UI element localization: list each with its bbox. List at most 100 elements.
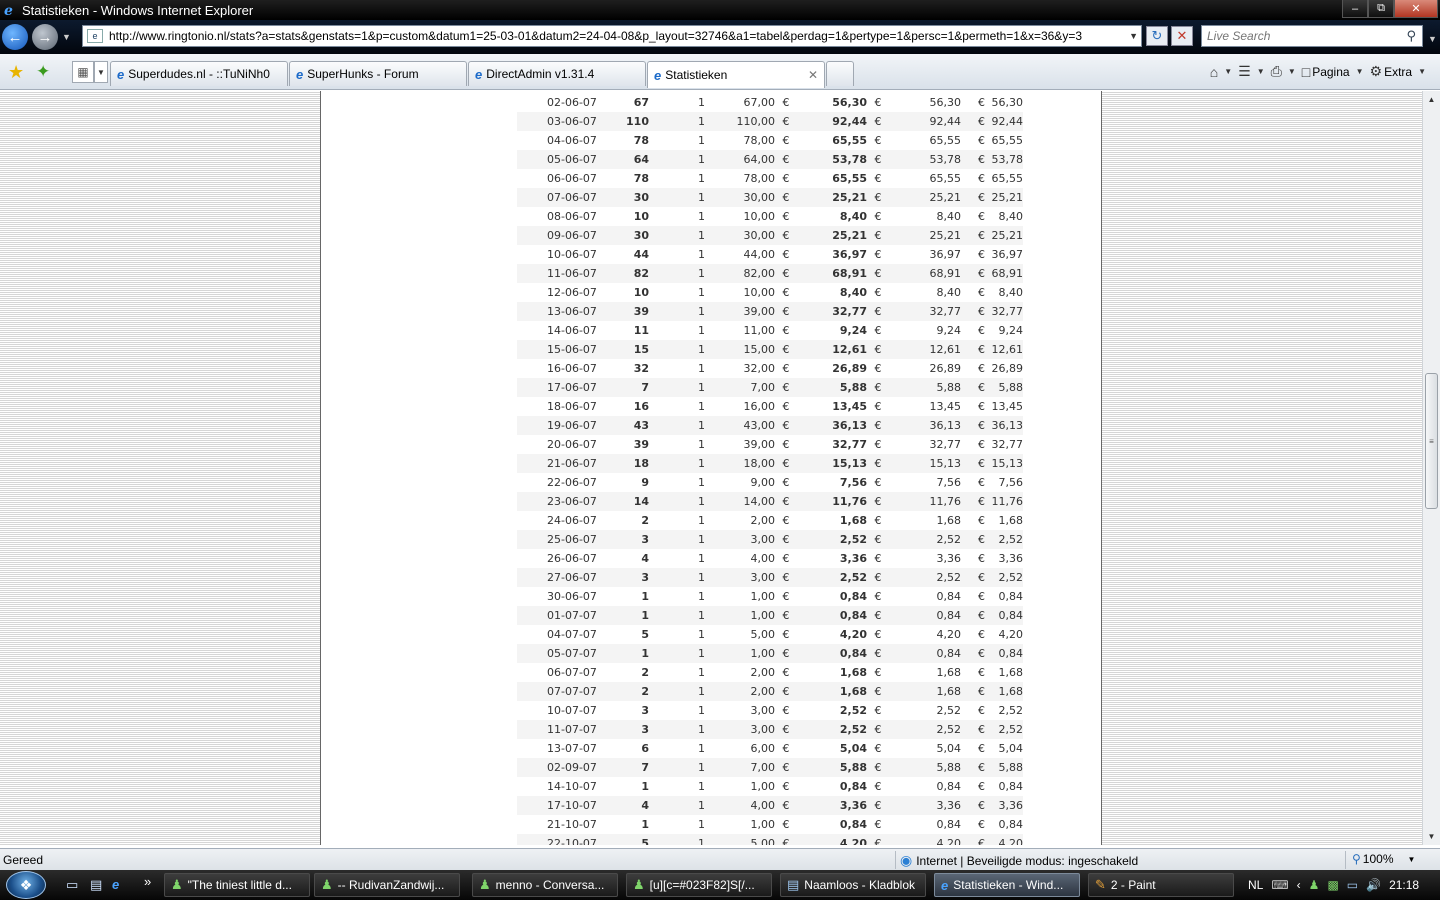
back-button[interactable]: ←	[2, 24, 28, 50]
row-date: 07-06-07	[517, 188, 597, 207]
table-row: 14-10-07 1 1 1,00 €0,84 €0,84 €0,84	[517, 777, 1023, 796]
search-options-dropdown[interactable]: ▼	[1428, 34, 1437, 44]
address-field[interactable]: e http://www.ringtonio.nl/stats?a=stats&…	[82, 25, 1142, 47]
taskbar-item-msn-4[interactable]: ♟ [u][c=#023F82]S[/...	[626, 873, 772, 897]
scroll-down-button[interactable]: ▼	[1423, 828, 1440, 845]
security-zone[interactable]: ◉ Internet | Beveiligde modus: ingeschak…	[900, 852, 1138, 869]
row-net-3: 56,30	[991, 96, 1024, 109]
feeds-icon[interactable]: ☰	[1238, 63, 1251, 80]
row-net-3: 32,77	[989, 302, 1023, 321]
stop-button[interactable]: ✕	[1171, 26, 1193, 46]
language-indicator[interactable]: NL	[1248, 878, 1263, 892]
chevron-down-icon[interactable]: ▼	[1224, 67, 1232, 76]
refresh-button[interactable]: ↻	[1146, 26, 1168, 46]
ie-icon: e	[941, 877, 949, 893]
tab-superdudes[interactable]: e Superdudes.nl - ::TuNiNh0	[110, 61, 288, 86]
home-icon[interactable]: ⌂	[1210, 64, 1218, 80]
switch-windows-icon[interactable]: ▤	[90, 877, 102, 893]
window-title: Statistieken - Windows Internet Explorer	[22, 2, 254, 18]
row-net-2: 7,56	[936, 476, 962, 489]
row-date: 17-10-07	[517, 796, 597, 815]
row-currency: €	[874, 210, 882, 223]
scroll-thumb[interactable]: ≡	[1425, 373, 1438, 509]
taskbar-item-paint[interactable]: ✎ 2 - Paint	[1088, 873, 1234, 897]
row-date: 19-06-07	[517, 416, 597, 435]
row-currency: €	[978, 666, 985, 679]
forward-button[interactable]: →	[32, 24, 58, 50]
row-per: 1	[649, 644, 705, 663]
row-net: 0,84	[839, 780, 867, 793]
row-amount: 30,00	[705, 226, 775, 245]
tab-statistieken[interactable]: e Statistieken ✕	[647, 61, 825, 88]
zoom-control[interactable]: ⚲ 100% ▼	[1352, 852, 1415, 866]
tab-list-button[interactable]: ▼	[94, 61, 108, 83]
scroll-up-button[interactable]: ▲	[1423, 91, 1440, 108]
vertical-scrollbar[interactable]: ▲ ≡ ▼	[1422, 91, 1440, 845]
command-bar: ⌂ ▼ ☰ ▼ ⎙ ▼ □ Pagina ▼ ⚙ Extra ▼	[1204, 63, 1426, 80]
row-currency: €	[867, 644, 889, 663]
chevron-down-icon[interactable]: ▼	[1356, 67, 1364, 76]
new-tab-button[interactable]	[826, 61, 854, 86]
row-count: 2	[641, 514, 649, 527]
keyboard-icon[interactable]: ⌨	[1271, 878, 1288, 892]
row-count: 9	[641, 476, 649, 489]
row-per: 1	[698, 96, 705, 109]
taskbar-item-ie[interactable]: e Statistieken - Wind...	[934, 873, 1080, 897]
address-url[interactable]: http://www.ringtonio.nl/stats?a=stats&ge…	[109, 29, 1129, 43]
search-input[interactable]	[1207, 29, 1397, 43]
row-per: 1	[698, 210, 705, 223]
row-net-3: 15,13	[989, 454, 1023, 473]
tools-menu-button[interactable]: Extra	[1384, 65, 1412, 79]
add-favorite-icon[interactable]: ✦	[36, 62, 50, 82]
search-box[interactable]: ⚲	[1201, 25, 1423, 47]
navigation-bar: ← → ▼ e http://www.ringtonio.nl/stats?a=…	[0, 20, 1440, 54]
row-date: 09-06-07	[517, 226, 597, 245]
taskbar-item-notepad[interactable]: ▤ Naamloos - Kladblok	[780, 873, 926, 897]
chevron-down-icon[interactable]: ▼	[1288, 67, 1296, 76]
row-amount: 2,00	[750, 666, 776, 679]
tab-directadmin[interactable]: e DirectAdmin v1.31.4	[468, 61, 646, 86]
close-tab-icon[interactable]: ✕	[808, 68, 818, 82]
ie-quicklaunch-icon[interactable]: e	[112, 877, 119, 892]
close-window-button[interactable]: ✕	[1394, 0, 1438, 18]
monitor-tray-icon[interactable]: ▭	[1347, 878, 1358, 892]
start-button[interactable]: ❖	[6, 871, 46, 899]
row-net-2: 53,78	[889, 150, 961, 169]
recent-pages-dropdown[interactable]: ▼	[62, 32, 71, 42]
row-net-3: 13,45	[991, 400, 1024, 413]
chevron-down-icon[interactable]: ▼	[1129, 31, 1138, 41]
messenger-tray-icon[interactable]: ♟	[1309, 878, 1320, 892]
taskbar-item-msn-1[interactable]: ♟ "The tiniest little d...	[164, 873, 310, 897]
row-currency: €	[775, 112, 797, 131]
row-net-2: 0,84	[936, 780, 962, 793]
row-per: 1	[698, 324, 705, 337]
tab-superhunks[interactable]: e SuperHunks - Forum	[289, 61, 467, 86]
volume-icon[interactable]: 🔊	[1366, 878, 1381, 892]
row-date: 20-06-07	[547, 438, 597, 451]
chevron-down-icon[interactable]: ▼	[1418, 67, 1426, 76]
window-title-bar: e Statistieken - Windows Internet Explor…	[0, 0, 1440, 20]
chevron-down-icon[interactable]: ▼	[1408, 855, 1416, 864]
taskbar-item-msn-2[interactable]: ♟ -- RudivanZandwij...	[314, 873, 460, 897]
search-icon[interactable]: ⚲	[1406, 28, 1416, 44]
row-net: 2,52	[797, 720, 867, 739]
row-currency: €	[978, 514, 985, 527]
favorites-star-icon[interactable]: ★	[8, 62, 24, 83]
show-desktop-icon[interactable]: ▭	[66, 877, 78, 893]
chevron-down-icon[interactable]: ▼	[1257, 67, 1265, 76]
row-date: 06-07-07	[547, 666, 597, 679]
clock[interactable]: 21:18	[1389, 878, 1419, 892]
page-menu-button[interactable]: Pagina	[1312, 65, 1349, 79]
quick-tabs-button[interactable]: ▦	[72, 61, 94, 83]
chevron-left-icon[interactable]: ‹	[1297, 878, 1301, 892]
print-icon[interactable]: ⎙	[1271, 63, 1282, 80]
taskbar-item-msn-3[interactable]: ♟ menno - Conversa...	[472, 873, 618, 897]
table-row: 10-07-07 3 1 3,00 €2,52 €2,52 €2,52	[517, 701, 1023, 720]
minimize-button[interactable]: ‒	[1342, 0, 1368, 18]
network-tray-icon[interactable]: ▩	[1327, 878, 1338, 892]
row-net: 8,40	[839, 210, 867, 223]
row-date: 22-06-07	[547, 476, 597, 489]
table-row: 04-07-07 5 1 5,00 €4,20 €4,20 €4,20	[517, 625, 1023, 644]
more-quicklaunch-icon[interactable]: »	[144, 874, 151, 889]
maximize-button[interactable]: ⧉	[1368, 0, 1394, 18]
